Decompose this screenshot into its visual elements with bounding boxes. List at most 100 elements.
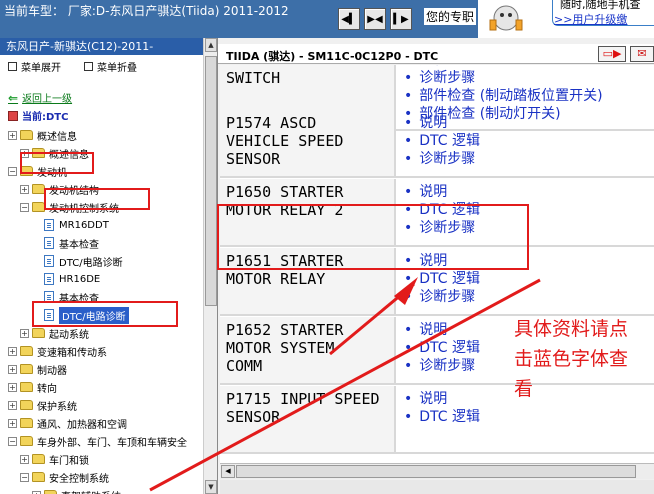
tree-item[interactable]: + 转向 [8, 378, 57, 396]
folder-icon [20, 418, 33, 428]
folder-icon [20, 130, 33, 140]
tree-item[interactable]: − 安全控制系统 [20, 468, 109, 486]
left-tree-panel: 东风日产-新骐达(C12)-2011- 菜单展开 菜单折叠 ⇐ 返回上一级 当前… [0, 38, 218, 494]
dtc-link[interactable]: 诊断步骤 [404, 69, 654, 87]
dtc-link[interactable]: 说明 [404, 114, 654, 132]
tree-item[interactable]: DTC/电路诊断 [44, 252, 123, 270]
footer-strip [220, 480, 654, 494]
tree-item-label: 安全控制系统 [49, 473, 109, 485]
panel-title: TIIDA (骐达) - SM11C-0C12P0 - DTC [226, 50, 439, 63]
email-icon[interactable]: ✉ [630, 46, 654, 62]
back-arrow-icon: ⇐ [8, 90, 19, 105]
expand-toggle-icon[interactable]: + [8, 400, 17, 410]
tree-item-label: HR16DE [59, 273, 101, 285]
expand-toggle-icon[interactable]: − [20, 472, 29, 482]
restore-icon[interactable]: ▶◀ [364, 8, 386, 30]
tree-item[interactable]: + 保护系统 [8, 396, 77, 414]
tree-item[interactable]: + 变速箱和传动系 [8, 342, 107, 360]
expand-toggle-icon[interactable]: + [8, 346, 17, 356]
tree-item[interactable]: + 概述信息 [8, 126, 77, 144]
menu-toolbar: 菜单展开 菜单折叠 [0, 56, 204, 74]
tree-item-label: 概述信息 [37, 131, 77, 143]
tree-item-label: 变速箱和传动系 [37, 347, 107, 359]
folder-icon [20, 382, 33, 392]
dtc-code: P1652 STARTER MOTOR SYSTEM COMM [220, 317, 396, 383]
document-icon [44, 273, 54, 285]
folder-icon [20, 436, 33, 446]
expand-toggle-icon[interactable]: + [8, 382, 17, 392]
left-scrollbar[interactable]: ▲ ▼ [203, 38, 217, 494]
collapse-icon [84, 62, 93, 71]
scroll-left-icon[interactable]: ◀ [221, 465, 235, 478]
folder-icon [32, 472, 45, 482]
panel-header: TIIDA (骐达) - SM11C-0C12P0 - DTC ▭▶ ✉ [218, 44, 654, 64]
tree-item-label: 基本检查 [59, 239, 99, 251]
collapse-all-label: 菜单折叠 [97, 63, 137, 74]
folder-icon [44, 490, 57, 494]
expand-all-label: 菜单展开 [21, 63, 61, 74]
highlight-engine [20, 152, 94, 174]
tree-item-label: MR16DDT [59, 219, 109, 231]
dtc-link[interactable]: 诊断步骤 [404, 288, 654, 306]
expand-toggle-icon[interactable]: + [8, 130, 17, 140]
current-car-model: 当前车型： 厂家:D-东风日产骐达(Tiida) 2011-2012 [4, 4, 289, 18]
exit-icon[interactable]: ▭▶ [598, 46, 626, 62]
tree-item[interactable]: + 通风、加热器和空调 [8, 414, 127, 432]
promo-banner: 随时,随地手机查 >>用户升级缴 [478, 0, 654, 38]
dtc-link[interactable]: DTC 逻辑 [404, 132, 654, 150]
collapse-all-button[interactable]: 菜单折叠 [84, 59, 137, 74]
right-h-scrollbar[interactable]: ◀ [220, 463, 654, 479]
tree-item-label: DTC/电路诊断 [59, 257, 123, 269]
expand-toggle-icon[interactable]: + [32, 490, 41, 494]
tree-item-label: 车身外部、车门、车顶和车辆安全 [37, 437, 187, 449]
back-link[interactable]: ⇐ 返回上一级 [8, 90, 73, 106]
highlight-p1650 [217, 204, 529, 270]
dtc-row: P1574 ASCD VEHICLE SPEED SENSOR说明DTC 逻辑诊… [220, 110, 654, 178]
tree-item[interactable]: + 车门和锁 [20, 450, 89, 468]
tree-item[interactable]: HR16DE [44, 270, 100, 288]
tree-item[interactable]: 基本检查 [44, 234, 99, 252]
tree-item-label: 保护系统 [37, 401, 77, 413]
expand-toggle-icon[interactable]: + [20, 454, 29, 464]
tree-item[interactable]: + 直驾辅助系统 [32, 486, 121, 494]
tree-item-label: 通风、加热器和空调 [37, 419, 127, 431]
tree-item-label: 转向 [37, 383, 57, 395]
dtc-link[interactable]: DTC 逻辑 [404, 270, 654, 288]
expand-toggle-icon[interactable]: − [8, 166, 17, 176]
tree-item[interactable]: − 车身外部、车门、车顶和车辆安全 [8, 432, 187, 450]
dtc-link[interactable]: 诊断步骤 [404, 150, 654, 168]
welcome-text: 您的专职 [424, 8, 477, 25]
annotation-text: 具体资料请点击蓝色字体查看 [514, 318, 629, 400]
dtc-link[interactable]: 部件检查 (制动踏板位置开关) [404, 87, 654, 105]
tree-item-label: 起动系统 [49, 329, 89, 341]
tree-item[interactable]: + 制动器 [8, 360, 67, 378]
tree-item[interactable]: MR16DDT [44, 216, 109, 234]
left-scroll-thumb[interactable] [205, 56, 217, 306]
expand-toggle-icon[interactable]: + [8, 364, 17, 374]
tree-item-label: 直驾辅助系统 [61, 488, 121, 494]
highlight-engine-control [44, 188, 150, 210]
folder-icon [20, 364, 33, 374]
scroll-down-icon[interactable]: ▼ [205, 480, 217, 494]
back-link-label: 返回上一级 [22, 94, 73, 105]
tree-item-label: 车门和锁 [49, 455, 89, 467]
dtc-link[interactable]: 说明 [404, 183, 654, 201]
expand-toggle-icon[interactable]: + [20, 184, 29, 194]
folder-icon [20, 346, 33, 356]
highlight-dtc [32, 301, 178, 327]
right-h-scroll-thumb[interactable] [236, 465, 636, 478]
tree-item-label: 制动器 [37, 365, 67, 377]
model-title: 东风日产-新骐达(C12)-2011- [0, 38, 204, 55]
upgrade-link[interactable]: >>用户升级缴 [554, 11, 627, 27]
expand-toggle-icon[interactable]: − [8, 436, 17, 446]
expand-toggle-icon[interactable]: + [20, 328, 29, 338]
expand-toggle-icon[interactable]: − [20, 202, 29, 212]
dtc-link[interactable]: DTC 逻辑 [404, 408, 654, 426]
top-header: 当前车型： 厂家:D-东风日产骐达(Tiida) 2011-2012 ◀▍ ▶◀… [0, 0, 654, 38]
forward-icon[interactable]: ▍▶ [390, 8, 412, 30]
folder-icon [32, 454, 45, 464]
scroll-up-icon[interactable]: ▲ [205, 38, 217, 52]
expand-toggle-icon[interactable]: + [8, 418, 17, 428]
back-icon[interactable]: ◀▍ [338, 8, 360, 30]
expand-all-button[interactable]: 菜单展开 [8, 59, 61, 74]
